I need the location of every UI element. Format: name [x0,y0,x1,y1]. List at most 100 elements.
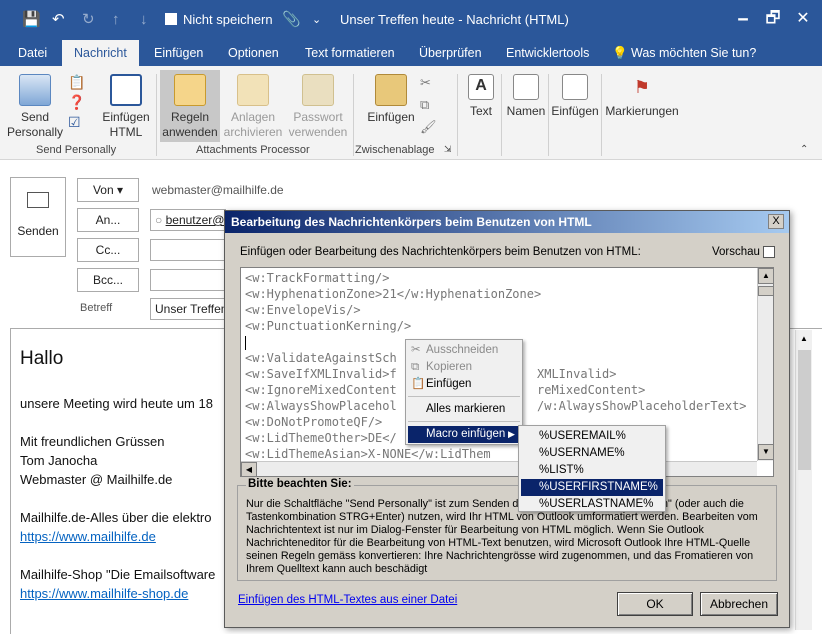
insert-from-file-link[interactable]: Einfügen des HTML-Textes aus einer Datei [238,594,457,606]
title-bar: 💾 ↶ ↻ ↑ ↓ Nicht speichern 📎 ⌄ Unser Tref… [0,0,822,40]
tab-nachricht[interactable]: Nachricht [62,40,139,66]
subject-field[interactable]: Unser Treffen [150,298,226,320]
copy-icon[interactable]: ⧉ [420,94,442,116]
macro-item-list[interactable]: %LIST% [521,462,663,479]
menu-item-select-all[interactable]: Alles markieren [408,401,520,418]
subject-label: Betreff [80,302,113,314]
context-menu: ✂ Ausschneiden ⧉ Kopieren 📋 Einfügen Alles … [405,339,523,445]
menu-item-label: Einfügen [426,378,472,390]
from-button[interactable]: Von ▾ [77,178,139,202]
code-line: <w:SaveIfXMLInvalid>f [245,367,397,381]
code-line: <w:TrackFormatting/> [245,271,390,285]
tell-me-search[interactable]: Was möchten Sie tun? [631,40,756,66]
dont-save-checkbox[interactable] [165,13,177,25]
body-scrollbar[interactable]: ▲ [795,330,812,630]
namen-button[interactable]: Namen [504,74,548,119]
group-attachments: Attachments Processor [196,144,310,156]
to-field[interactable]: ○ benutzer@ [150,209,226,231]
menu-item-copy[interactable]: ⧉ Kopieren [408,359,520,376]
tab-einfuegen[interactable]: Einfügen [154,40,203,66]
scroll-up-icon[interactable]: ▲ [758,268,773,284]
tab-ueberpruefen[interactable]: Überprüfen [419,40,482,66]
save-icon[interactable]: 💾 [22,10,41,30]
preview-checkbox[interactable] [763,246,775,258]
notice-title: Bitte beachten Sie: [246,478,354,490]
passwort-verwenden-button[interactable]: Passwort verwenden [286,74,350,140]
paste-button[interactable]: Einfügen [362,74,420,125]
arrow-down-icon[interactable]: ↓ [140,10,148,30]
cc-button[interactable]: Cc... [77,238,139,262]
markierungen-button[interactable]: ⚑ Markierungen [604,74,680,119]
code-line-tail: reMixedContent> [537,383,646,397]
send-button[interactable]: Senden [10,177,66,257]
body-company: Mailhilfe.de-Alles über die elektro [20,510,212,525]
restore-button[interactable]: 🗗 [758,4,788,34]
cancel-button[interactable]: Abbrechen [700,592,778,616]
help-icon[interactable]: ❓ [68,94,98,114]
anlagen-archivieren-button[interactable]: Anlagen archivieren [222,74,284,140]
from-label: Von [92,183,114,197]
tab-text-formatieren[interactable]: Text formatieren [305,40,395,66]
tab-optionen[interactable]: Optionen [228,40,279,66]
password-icon [302,74,334,106]
dialog-close-button[interactable]: X [768,214,784,229]
menu-item-macro[interactable]: Macro einfügen ▶ [408,426,520,443]
macro-item-userlastname[interactable]: %USERLASTNAME% [521,496,663,513]
menu-item-cut[interactable]: ✂ Ausschneiden [408,342,520,359]
code-line: <w:HyphenationZone>21</w:HyphenationZone… [245,287,542,301]
send-personally-button[interactable]: Send Personally [4,74,66,140]
code-hscrollbar[interactable]: ◀ [241,461,757,476]
code-vscrollbar[interactable]: ▲ ▼ [757,268,773,461]
paste-label: Einfügen [367,110,415,124]
to-button[interactable]: An... [77,208,139,232]
paste-icon [375,74,407,106]
einfuegen-html-button[interactable]: Einfügen HTML [100,74,152,140]
regeln-anwenden-button[interactable]: Regeln anwenden [160,70,220,142]
scissors-icon[interactable]: ✂ [420,72,442,94]
ok-button[interactable]: OK [617,592,693,616]
minimize-button[interactable]: 🗕 [728,4,758,34]
divider [457,74,458,156]
code-line-tail: /w:AlwaysShowPlaceholderText> [537,399,747,413]
clipboard-icon[interactable]: 📋 [68,74,98,94]
contact-status-icon: ○ [155,213,163,227]
macro-item-useremail[interactable]: %USEREMAIL% [521,428,663,445]
scroll-down-icon[interactable]: ▼ [758,444,773,460]
dialog-launcher-icon[interactable]: ⇲ [444,144,452,155]
code-line: <w:AlwaysShowPlacehol [245,399,397,413]
tab-datei[interactable]: Datei [18,40,47,66]
anlagen-archivieren-label: Anlagen archivieren [223,110,283,139]
close-button[interactable]: ✕ [788,4,818,34]
text-cursor [245,336,246,350]
markierungen-label: Markierungen [605,104,679,118]
envelope-icon [27,192,49,208]
small-tools: 📋 ❓ ☑ [68,74,98,144]
divider [353,74,354,156]
collapse-ribbon-icon[interactable]: ⌃ [800,144,808,155]
cc-field[interactable] [150,239,226,261]
macro-item-username[interactable]: %USERNAME% [521,445,663,462]
menu-item-label: Kopieren [426,361,473,373]
checklist-icon[interactable]: ☑ [68,114,98,134]
arrow-up-icon[interactable]: ↑ [112,10,120,30]
insert-button[interactable]: Einfügen [551,74,599,119]
paperclip-icon[interactable]: 📎 [282,10,301,30]
scroll-left-icon[interactable]: ◀ [241,462,257,476]
customize-qat-icon[interactable]: ⌄ [312,10,321,30]
bcc-field[interactable] [150,269,226,291]
undo-icon[interactable]: ↶ [52,10,65,30]
menu-item-paste[interactable]: 📋 Einfügen [408,376,520,393]
scroll-thumb[interactable] [758,286,773,296]
body-link-shop[interactable]: https://www.mailhilfe-shop.de [20,586,188,601]
tab-entwicklertools[interactable]: Entwicklertools [506,40,589,66]
bcc-button[interactable]: Bcc... [77,268,139,292]
body-greeting: Hallo [20,348,64,369]
scroll-up-icon[interactable]: ▲ [796,332,812,348]
text-button[interactable]: A Text [462,74,500,119]
body-link-mailhilfe[interactable]: https://www.mailhilfe.de [20,529,156,544]
redo-icon[interactable]: ↻ [82,10,95,30]
scroll-thumb[interactable] [798,350,811,470]
format-painter-icon[interactable]: 🖌 [420,116,442,138]
ribbon-tabs: Datei Nachricht Einfügen Optionen Text f… [0,40,822,66]
macro-item-userfirstname[interactable]: %USERFIRSTNAME% [521,479,663,496]
